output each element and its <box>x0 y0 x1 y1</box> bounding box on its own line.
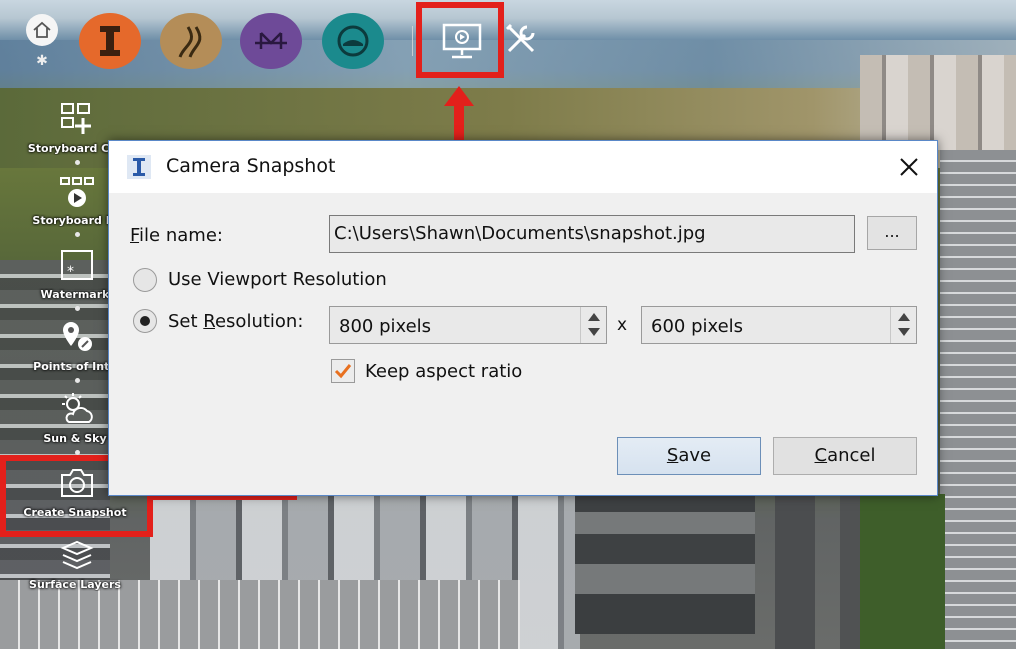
radio-selected-dot <box>140 316 150 326</box>
decrement-icon[interactable] <box>898 328 910 336</box>
watermark-icon: * <box>61 250 93 280</box>
save-button[interactable]: Save <box>617 437 761 475</box>
viewport-resolution-label: Use Viewport Resolution <box>168 269 387 290</box>
svg-text:*: * <box>67 264 74 280</box>
set-resolution-radio[interactable] <box>133 309 157 333</box>
sidebar-separator-dot <box>75 378 80 383</box>
arrow-up-icon <box>444 86 474 144</box>
file-name-label: File name: <box>130 225 223 246</box>
width-value: 800 pixels <box>339 316 432 337</box>
viewport-resolution-radio[interactable] <box>133 268 157 292</box>
points-of-interest-icon <box>63 322 92 351</box>
height-stepper[interactable] <box>890 307 916 343</box>
road-button[interactable] <box>160 13 222 69</box>
close-button[interactable] <box>889 151 929 183</box>
sidebar-item-label: Surface Layers <box>29 578 121 591</box>
height-value: 600 pixels <box>651 316 744 337</box>
decrement-icon[interactable] <box>588 328 600 336</box>
home-button[interactable] <box>26 14 58 46</box>
toolbar-separator <box>412 26 413 56</box>
keep-aspect-label: Keep aspect ratio <box>365 361 523 382</box>
dimension-separator: x <box>617 315 628 335</box>
settings-icon[interactable]: ✱ <box>33 52 51 70</box>
tunnel-icon <box>337 25 369 57</box>
bridge-icon <box>255 32 287 49</box>
dialog-titlebar[interactable]: Camera Snapshot <box>109 141 937 193</box>
sidebar-separator-dot <box>75 306 80 311</box>
dialog-title: Camera Snapshot <box>166 155 336 177</box>
buildings-far <box>860 55 1016 150</box>
road <box>840 494 860 649</box>
app-logo-icon <box>127 155 151 179</box>
layers-icon <box>60 540 94 570</box>
road <box>775 494 815 649</box>
close-icon <box>900 158 918 176</box>
browse-button[interactable]: ... <box>867 216 917 250</box>
width-stepper[interactable] <box>580 307 606 343</box>
checkmark-icon <box>334 364 352 379</box>
increment-icon[interactable] <box>588 313 600 321</box>
home-icon <box>33 21 51 38</box>
bridge-button[interactable] <box>240 13 302 69</box>
sun-sky-icon <box>62 393 93 423</box>
road-icon <box>178 26 202 58</box>
tunnel-button[interactable] <box>322 13 384 69</box>
grass <box>855 494 945 649</box>
highlight-box-presentation <box>416 2 504 78</box>
infrastructure-icon <box>100 26 120 56</box>
infrastructure-button[interactable] <box>79 13 141 69</box>
set-resolution-label: Set Resolution: <box>168 311 304 332</box>
camera-snapshot-dialog: Camera Snapshot File name: C:\Users\Shaw… <box>108 140 938 496</box>
increment-icon[interactable] <box>898 313 910 321</box>
parking-lot <box>940 150 1016 649</box>
keep-aspect-checkbox[interactable] <box>331 359 355 383</box>
tools-icon <box>505 23 535 53</box>
storyboard-play-icon <box>60 177 94 207</box>
tools-button[interactable] <box>500 18 542 60</box>
height-spinbox[interactable]: 600 pixels <box>641 306 917 344</box>
storyboard-create-icon <box>61 103 91 134</box>
sidebar-item-surface-layers[interactable]: Surface Layers <box>0 536 150 608</box>
sidebar-separator-dot <box>75 232 80 237</box>
file-name-input[interactable]: C:\Users\Shawn\Documents\snapshot.jpg <box>329 215 855 253</box>
cancel-button[interactable]: Cancel <box>773 437 917 475</box>
sidebar-separator-dot <box>75 160 80 165</box>
width-spinbox[interactable]: 800 pixels <box>329 306 607 344</box>
building-tower <box>575 494 755 634</box>
